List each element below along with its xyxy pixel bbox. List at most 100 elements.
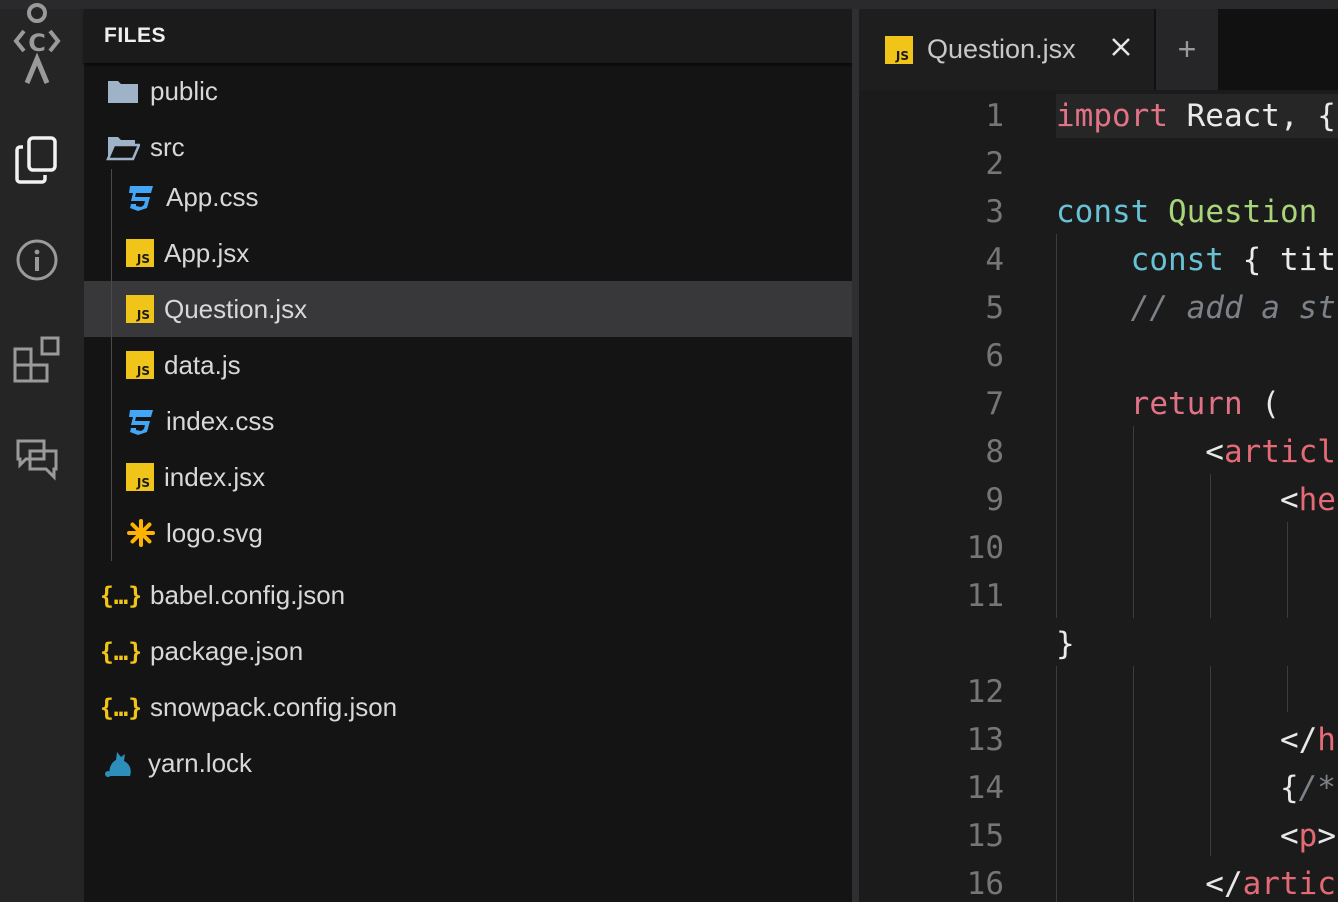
panel-splitter[interactable]: [852, 9, 859, 902]
code-token: }: [1056, 626, 1075, 662]
code-token: React, {: [1167, 98, 1336, 134]
tree-item-label: index.jsx: [164, 461, 266, 492]
svg-text:{…}: {…}: [102, 582, 140, 610]
code-token: p: [1298, 818, 1318, 854]
file-explorer: FILES public src App.css JS App.jsx JS Q…: [84, 9, 852, 902]
line-number: 3: [985, 194, 1004, 230]
files-title: FILES: [104, 24, 167, 47]
code-line: </h: [1056, 722, 1336, 758]
line-number: 8: [985, 434, 1004, 470]
tab-question-jsx[interactable]: JS Question.jsx: [859, 9, 1154, 90]
tree-item-question-jsx[interactable]: JS Question.jsx: [84, 281, 852, 337]
svg-text:{…}: {…}: [102, 638, 140, 666]
new-tab-button[interactable]: +: [1156, 9, 1218, 90]
line-number: 10: [966, 530, 1004, 566]
line-number: 15: [966, 818, 1004, 854]
code-token: </: [1056, 722, 1318, 758]
tree-item-logo-svg[interactable]: logo.svg: [84, 505, 852, 561]
tree-item-app-css[interactable]: App.css: [84, 169, 852, 225]
tree-item-label: package.json: [150, 635, 304, 666]
tree-item-babel-config[interactable]: {…} babel.config.json: [84, 567, 852, 623]
tab-label: Question.jsx: [927, 34, 1076, 64]
svg-text:JS: JS: [895, 49, 909, 63]
code-line: <he: [1056, 482, 1336, 518]
line-number: 13: [966, 722, 1004, 758]
indent-guide: [111, 225, 112, 281]
indent-guide: [111, 281, 112, 337]
code-token: // add a st: [1130, 290, 1336, 326]
code-line: <p>: [1056, 818, 1336, 854]
window-top-bar: [0, 0, 1338, 9]
info-icon[interactable]: [10, 233, 64, 287]
code-token: { tit: [1223, 242, 1336, 278]
code-token: <: [1056, 434, 1224, 470]
indent-guide: [111, 169, 112, 225]
extensions-icon[interactable]: [10, 333, 64, 387]
code-token: import: [1056, 98, 1168, 134]
tree-item-label: logo.svg: [166, 517, 263, 548]
code-token: return: [1130, 386, 1243, 422]
yarn-file-icon: [104, 748, 138, 778]
folder-icon: [106, 77, 140, 105]
code-token: h: [1317, 722, 1336, 758]
line-number: 6: [985, 338, 1004, 374]
js-file-icon: JS: [885, 35, 913, 64]
close-icon[interactable]: [1109, 35, 1133, 59]
code-line: const { tit: [1056, 242, 1336, 278]
js-file-icon: JS: [126, 351, 154, 379]
indent-guide: [111, 393, 112, 449]
svg-text:JS: JS: [136, 364, 150, 378]
code-token: artic: [1242, 866, 1336, 902]
tree-item-index-jsx[interactable]: JS index.jsx: [84, 449, 852, 505]
indent-guide: [111, 505, 112, 561]
svg-text:JS: JS: [136, 308, 150, 322]
tree-item-package-json[interactable]: {…} package.json: [84, 623, 852, 679]
tree-item-label: public: [150, 75, 218, 106]
tree-item-yarn-lock[interactable]: yarn.lock: [84, 735, 852, 791]
svg-text:JS: JS: [136, 476, 150, 490]
tab-bar: JS Question.jsx +: [859, 9, 1338, 90]
line-number: 2: [985, 146, 1004, 182]
tree-item-label: babel.config.json: [150, 579, 346, 610]
code-editor: JS Question.jsx + 1 import React, {2 3 cons…: [859, 9, 1338, 902]
folder-open-icon: [106, 133, 140, 161]
tree-item-label: App.jsx: [164, 237, 250, 268]
indent-guide: [1287, 522, 1288, 618]
code-area[interactable]: 1 import React, {2 3 const Question 4 const …: [859, 90, 1338, 902]
tree-item-public[interactable]: public: [84, 63, 852, 119]
indent-guide: [1287, 666, 1288, 712]
code-token: {: [1056, 770, 1299, 806]
css-file-icon: [126, 406, 156, 436]
svg-text:{…}: {…}: [102, 694, 140, 722]
js-file-icon: JS: [126, 239, 154, 267]
files-header: FILES: [84, 9, 852, 63]
codesandbox-logo-icon[interactable]: C: [10, 3, 64, 84]
code-token: const: [1056, 194, 1150, 230]
code-token: /*: [1298, 770, 1336, 806]
files-icon[interactable]: [10, 133, 64, 187]
code-token: </: [1056, 866, 1243, 902]
code-line: {/*: [1056, 770, 1336, 806]
code-token: he: [1298, 482, 1336, 518]
code-token: const: [1130, 242, 1224, 278]
code-token: <: [1056, 818, 1299, 854]
tree-item-data-js[interactable]: JS data.js: [84, 337, 852, 393]
tree-item-label: snowpack.config.json: [150, 691, 398, 722]
line-number: 11: [966, 578, 1004, 614]
tree-item-snowpack-config[interactable]: {…} snowpack.config.json: [84, 679, 852, 735]
code-token: <: [1056, 482, 1299, 518]
tree-item-src[interactable]: src: [84, 119, 852, 175]
tree-item-label: data.js: [164, 349, 241, 380]
line-number: 4: [985, 242, 1004, 278]
code-line: // add a st: [1056, 290, 1336, 326]
comments-icon[interactable]: [10, 433, 64, 487]
tree-item-label: index.css: [166, 405, 275, 436]
code-line: import React, {: [1056, 98, 1336, 134]
code-line: return (: [1056, 386, 1280, 422]
svg-text:JS: JS: [136, 252, 150, 266]
line-number: 9: [985, 482, 1004, 518]
tree-item-app-jsx[interactable]: JS App.jsx: [84, 225, 852, 281]
tree-item-index-css[interactable]: index.css: [84, 393, 852, 449]
